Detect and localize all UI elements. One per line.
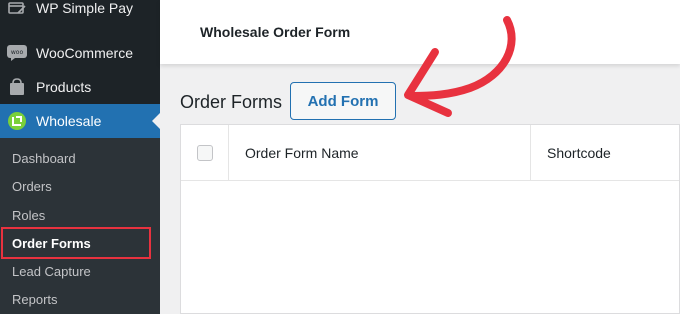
- menu-label: Products: [36, 79, 92, 95]
- table-header: Order Form Name Shortcode: [181, 125, 679, 181]
- menu-item-woocommerce[interactable]: woo WooCommerce: [0, 36, 160, 70]
- select-all-cell: [181, 125, 229, 180]
- wp-simple-pay-icon: [7, 0, 27, 18]
- highlight-box-order-forms: [1, 227, 151, 259]
- menu-item-wholesale[interactable]: Wholesale: [0, 104, 160, 138]
- wholesale-icon: [7, 111, 27, 131]
- products-icon: [7, 77, 27, 97]
- column-header-order-form-name[interactable]: Order Form Name: [229, 125, 531, 180]
- order-forms-table: Order Form Name Shortcode: [180, 124, 680, 314]
- submenu-item-roles[interactable]: Roles: [12, 206, 45, 226]
- submenu-item-lead-capture[interactable]: Lead Capture: [12, 262, 91, 282]
- select-all-checkbox[interactable]: [197, 144, 213, 161]
- submenu-item-reports[interactable]: Reports: [12, 290, 58, 310]
- menu-item-products[interactable]: Products: [0, 70, 160, 104]
- header-title: Wholesale Order Form: [200, 24, 351, 40]
- submenu-item-dashboard[interactable]: Dashboard: [12, 149, 76, 169]
- svg-text:woo: woo: [11, 49, 24, 56]
- admin-sidebar: WP Simple Pay woo WooCommerce Products W…: [0, 0, 160, 314]
- menu-label: WooCommerce: [36, 45, 133, 61]
- woocommerce-icon: woo: [7, 43, 27, 63]
- wholesale-submenu: Dashboard Orders Roles Order Forms Lead …: [0, 138, 160, 314]
- column-header-shortcode[interactable]: Shortcode: [531, 125, 611, 180]
- menu-item-wp-simple-pay[interactable]: WP Simple Pay: [0, 0, 160, 25]
- add-form-button[interactable]: Add Form: [290, 82, 396, 120]
- page-header-bar: Wholesale Order Form: [160, 0, 680, 64]
- submenu-item-orders[interactable]: Orders: [12, 177, 52, 197]
- page-title: Order Forms: [180, 92, 283, 112]
- menu-label: WP Simple Pay: [36, 0, 133, 16]
- menu-label: Wholesale: [36, 113, 102, 129]
